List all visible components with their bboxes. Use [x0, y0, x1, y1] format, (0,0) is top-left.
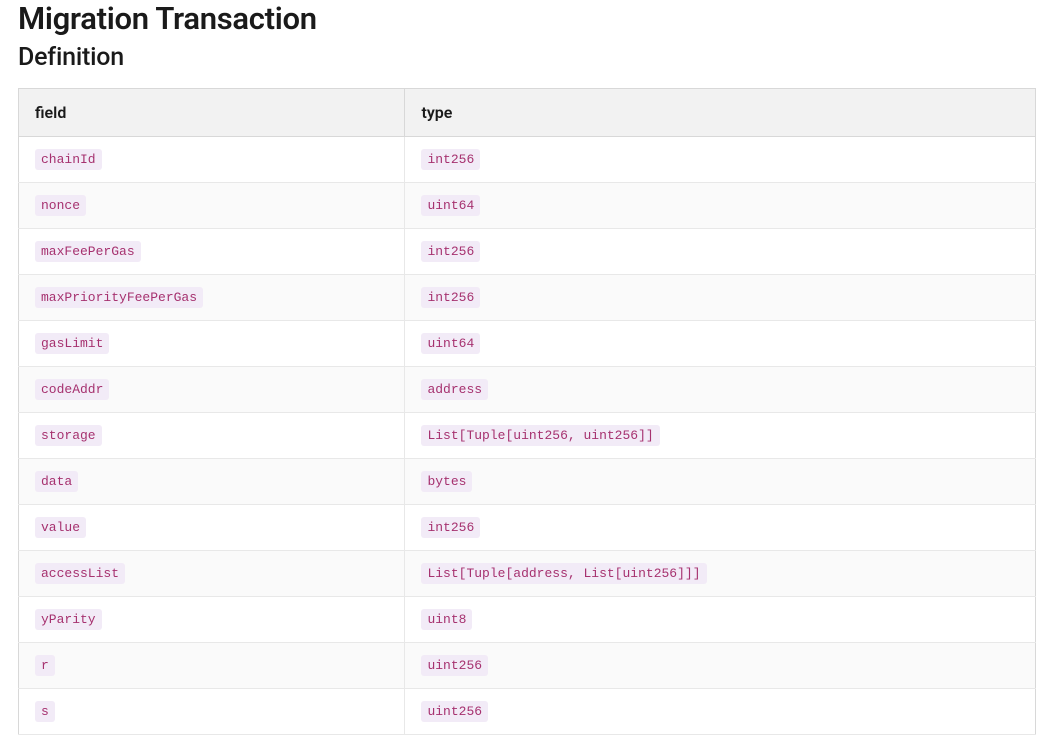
table-header-type: type: [405, 89, 1036, 137]
table-row: data bytes: [19, 459, 1036, 505]
field-code: r: [35, 655, 55, 676]
table-cell-field: value: [19, 505, 405, 551]
page-title: Migration Transaction: [18, 0, 1036, 37]
table-cell-type: uint64: [405, 183, 1036, 229]
table-cell-field: maxPriorityFeePerGas: [19, 275, 405, 321]
table-row: nonce uint64: [19, 183, 1036, 229]
field-code: accessList: [35, 563, 125, 584]
table-cell-type: int256: [405, 505, 1036, 551]
table-header-row: field type: [19, 89, 1036, 137]
type-code: List[Tuple[address, List[uint256]]]: [421, 563, 706, 584]
field-code: value: [35, 517, 86, 538]
table-cell-field: s: [19, 689, 405, 735]
table-header-field: field: [19, 89, 405, 137]
table-cell-type: uint256: [405, 689, 1036, 735]
table-row: yParity uint8: [19, 597, 1036, 643]
table-cell-field: chainId: [19, 137, 405, 183]
table-cell-field: storage: [19, 413, 405, 459]
field-code: gasLimit: [35, 333, 109, 354]
table-row: value int256: [19, 505, 1036, 551]
field-code: nonce: [35, 195, 86, 216]
type-code: int256: [421, 287, 480, 308]
field-code: yParity: [35, 609, 102, 630]
type-code: uint256: [421, 701, 488, 722]
field-code: storage: [35, 425, 102, 446]
table-cell-type: uint64: [405, 321, 1036, 367]
table-row: gasLimit uint64: [19, 321, 1036, 367]
type-code: uint8: [421, 609, 472, 630]
table-cell-field: yParity: [19, 597, 405, 643]
type-code: address: [421, 379, 488, 400]
table-row: maxFeePerGas int256: [19, 229, 1036, 275]
table-row: codeAddr address: [19, 367, 1036, 413]
table-cell-field: accessList: [19, 551, 405, 597]
table-row: r uint256: [19, 643, 1036, 689]
type-code: uint64: [421, 195, 480, 216]
table-cell-field: gasLimit: [19, 321, 405, 367]
type-code: uint64: [421, 333, 480, 354]
type-code: List[Tuple[uint256, uint256]]: [421, 425, 659, 446]
table-row: accessList List[Tuple[address, List[uint2…: [19, 551, 1036, 597]
table-cell-type: address: [405, 367, 1036, 413]
table-cell-type: List[Tuple[uint256, uint256]]: [405, 413, 1036, 459]
definition-table: field type chainId int256 nonce uint64 maxFe…: [18, 88, 1036, 735]
field-code: s: [35, 701, 55, 722]
field-code: maxPriorityFeePerGas: [35, 287, 203, 308]
table-cell-type: int256: [405, 275, 1036, 321]
table-row: s uint256: [19, 689, 1036, 735]
type-code: uint256: [421, 655, 488, 676]
type-code: int256: [421, 241, 480, 262]
type-code: int256: [421, 149, 480, 170]
section-subtitle: Definition: [18, 43, 1036, 72]
field-code: data: [35, 471, 78, 492]
table-cell-field: data: [19, 459, 405, 505]
table-row: chainId int256: [19, 137, 1036, 183]
table-cell-field: r: [19, 643, 405, 689]
table-cell-field: codeAddr: [19, 367, 405, 413]
field-code: maxFeePerGas: [35, 241, 141, 262]
type-code: bytes: [421, 471, 472, 492]
table-cell-type: uint256: [405, 643, 1036, 689]
table-cell-type: List[Tuple[address, List[uint256]]]: [405, 551, 1036, 597]
table-cell-type: int256: [405, 137, 1036, 183]
table-cell-type: uint8: [405, 597, 1036, 643]
table-row: storage List[Tuple[uint256, uint256]]: [19, 413, 1036, 459]
field-code: chainId: [35, 149, 102, 170]
table-cell-field: nonce: [19, 183, 405, 229]
field-code: codeAddr: [35, 379, 109, 400]
table-cell-field: maxFeePerGas: [19, 229, 405, 275]
table-row: maxPriorityFeePerGas int256: [19, 275, 1036, 321]
table-cell-type: bytes: [405, 459, 1036, 505]
type-code: int256: [421, 517, 480, 538]
table-cell-type: int256: [405, 229, 1036, 275]
